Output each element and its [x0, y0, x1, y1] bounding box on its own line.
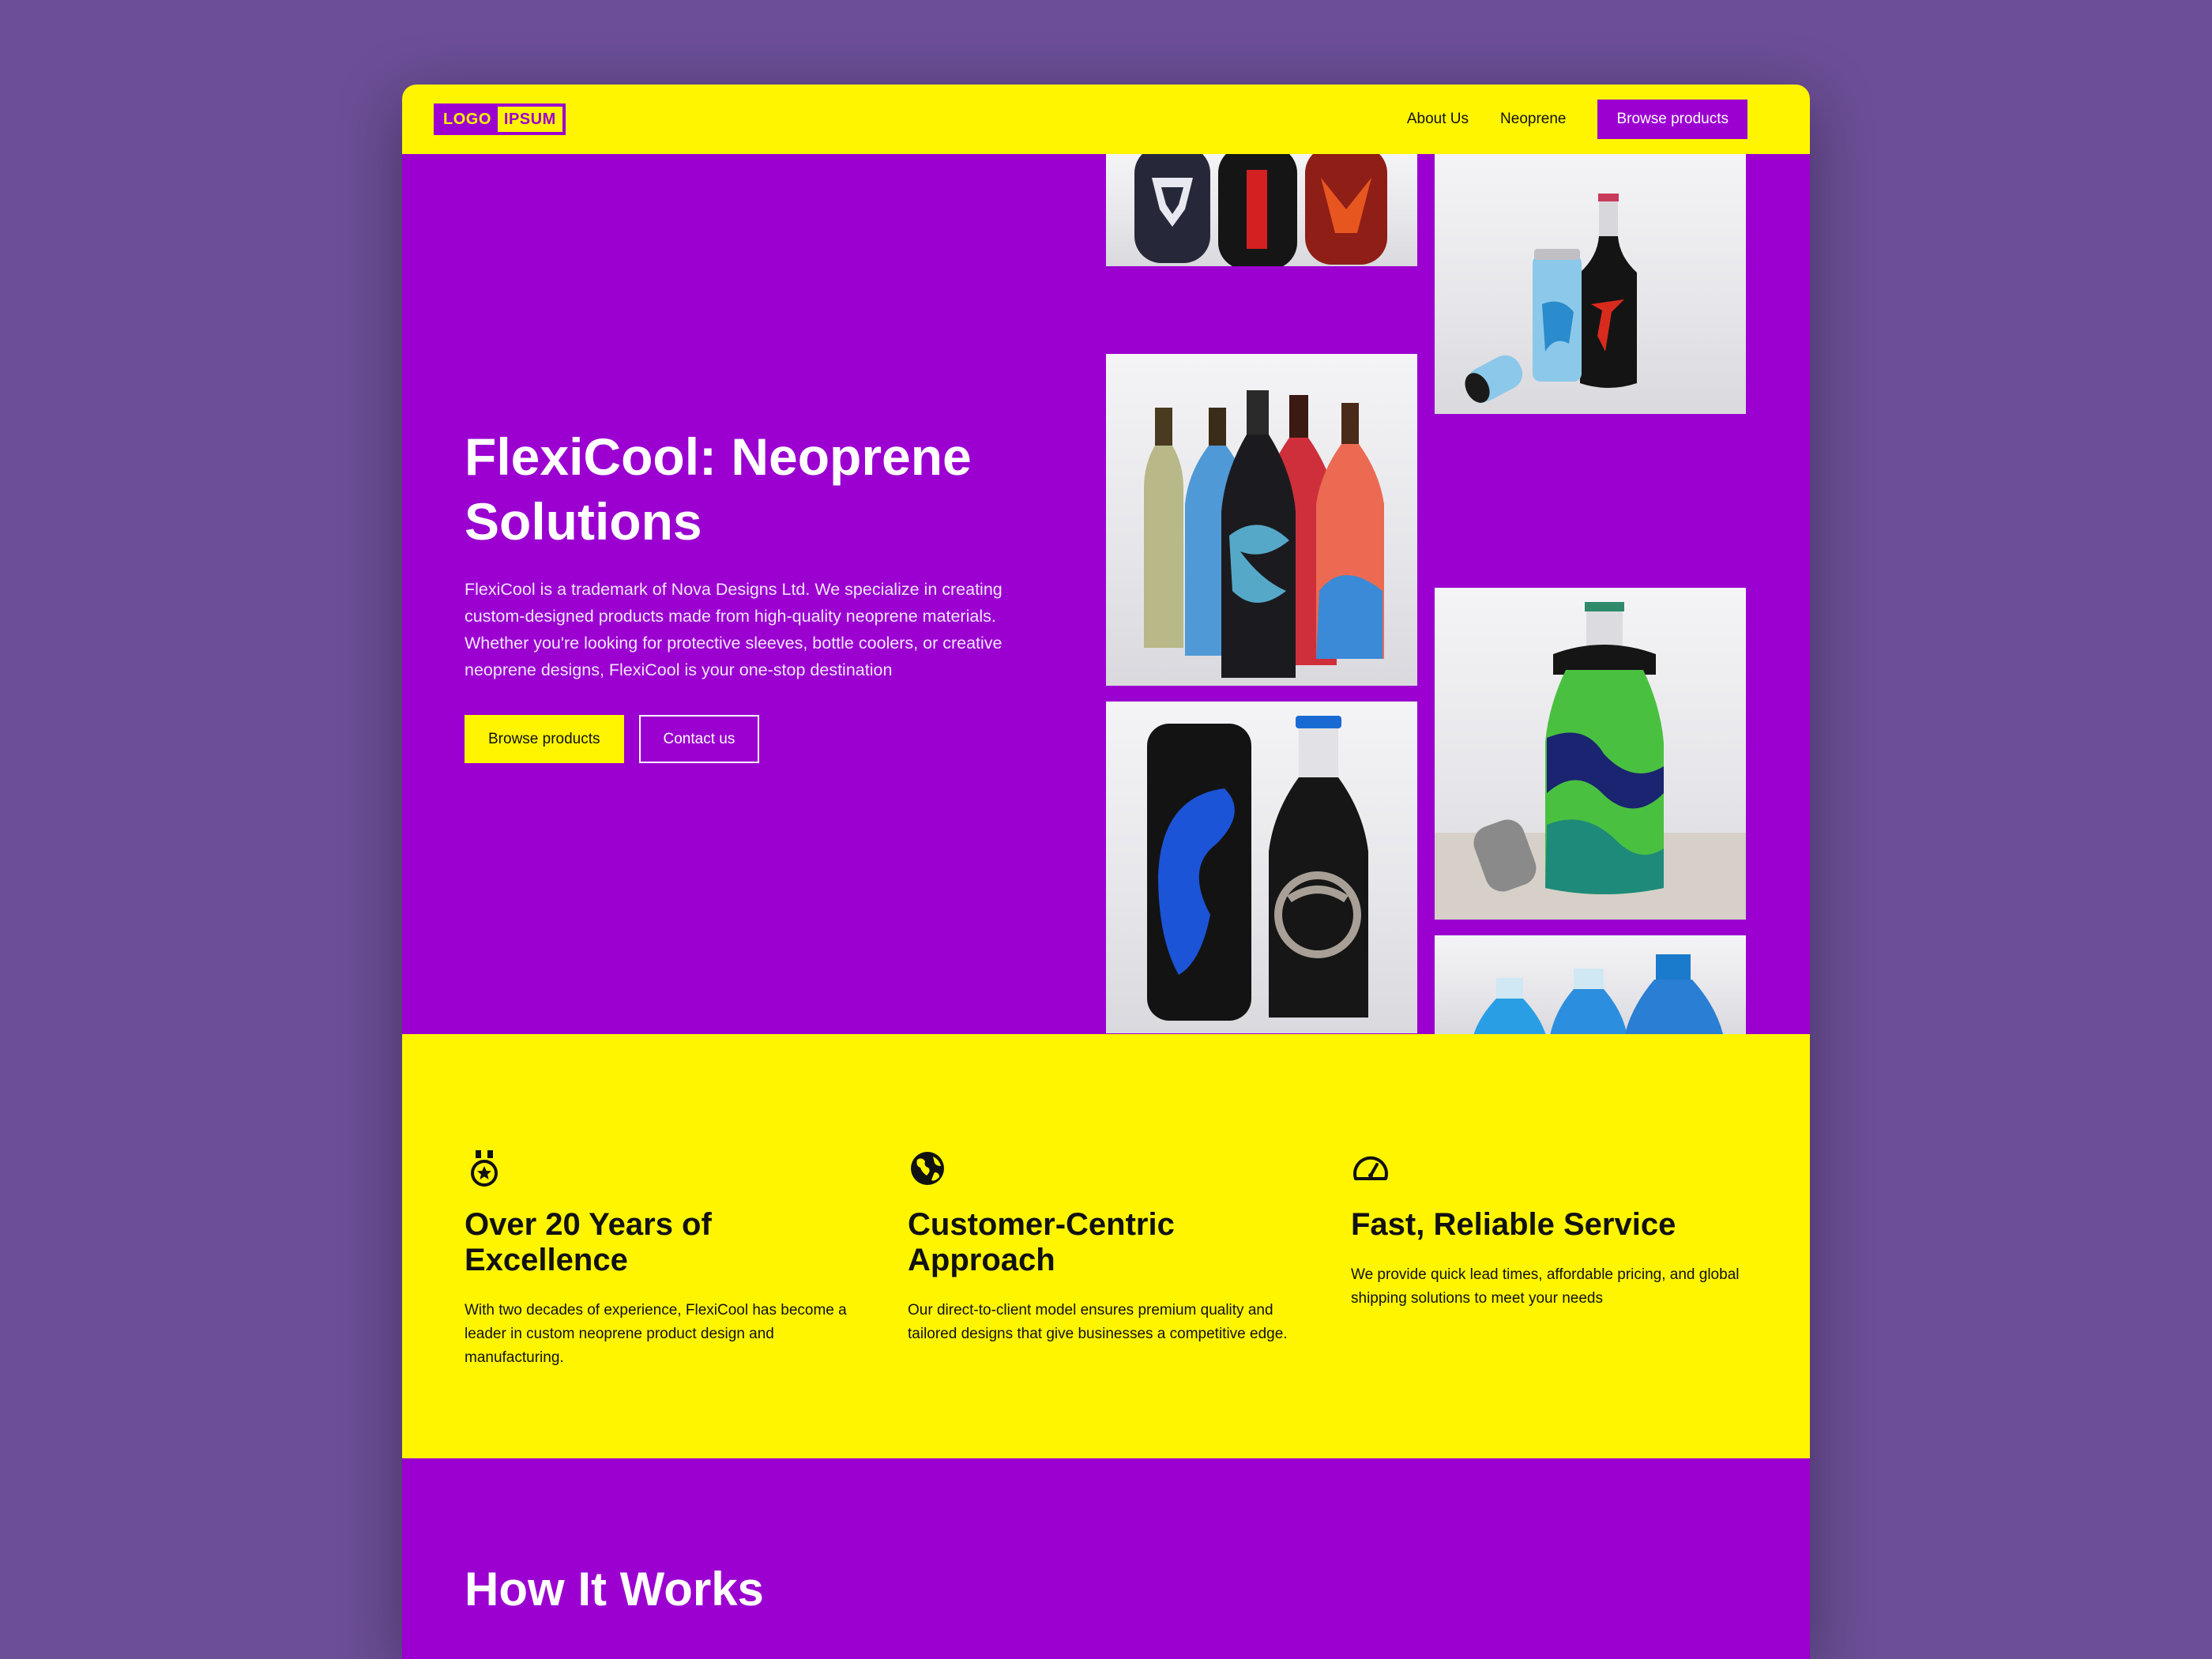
logo-word-right: IPSUM: [497, 107, 562, 132]
product-photo-three-sleeved-bottles: [1106, 154, 1417, 266]
browser-page: LOGO IPSUM About Us Neoprene Browse prod…: [402, 85, 1810, 1659]
hero-title: FlexiCool: Neoprene Solutions: [465, 427, 972, 551]
product-photo-blue-and-black-sleeves: [1106, 702, 1417, 1033]
feature-excellence: Over 20 Years of Excellence With two dec…: [465, 1149, 867, 1370]
how-it-works-title: How It Works: [465, 1563, 764, 1616]
logo-word-left: LOGO: [437, 107, 498, 132]
nav-link-about-us[interactable]: About Us: [1407, 111, 1469, 128]
product-photo-five-patterned-bottles: [1106, 354, 1417, 686]
globe-icon: [911, 1152, 944, 1185]
features-section: Over 20 Years of Excellence With two dec…: [402, 1034, 1810, 1458]
feature-text: We provide quick lead times, affordable …: [1351, 1266, 1740, 1307]
product-photo-green-swirl-bottle: [1435, 588, 1746, 920]
site-header: LOGO IPSUM About Us Neoprene Browse prod…: [402, 85, 1810, 154]
feature-title: Customer-Centric Approach: [908, 1207, 1175, 1277]
hero-description: FlexiCool is a trademark of Nova Designs…: [465, 580, 1003, 679]
medal-icon: [471, 1150, 498, 1187]
feature-fast-service: Fast, Reliable Service We provide quick …: [1351, 1149, 1754, 1311]
product-photo-light-blue-and-black-bottles: [1435, 154, 1746, 414]
feature-text: With two decades of experience, FlexiCoo…: [465, 1302, 847, 1366]
browse-products-button[interactable]: Browse products: [465, 715, 624, 763]
header-browse-products-button[interactable]: Browse products: [1597, 100, 1747, 139]
feature-text: Our direct-to-client model ensures premi…: [908, 1302, 1288, 1342]
hero-content: FlexiCool: Neoprene Solutions FlexiCool …: [465, 424, 1033, 763]
feature-title: Over 20 Years of Excellence: [465, 1207, 712, 1277]
main-nav: About Us Neoprene Browse products: [1407, 100, 1747, 139]
feature-customer-centric: Customer-Centric Approach Our direct-to-…: [908, 1149, 1311, 1346]
nav-link-neoprene[interactable]: Neoprene: [1500, 111, 1566, 128]
feature-title: Fast, Reliable Service: [1351, 1207, 1676, 1242]
contact-us-button[interactable]: Contact us: [638, 715, 760, 763]
site-logo[interactable]: LOGO IPSUM: [434, 103, 566, 135]
hero-buttons: Browse products Contact us: [465, 715, 1033, 763]
speedometer-icon: [1353, 1156, 1388, 1180]
product-photo-blue-sleeved-bottles: [1435, 935, 1746, 1034]
